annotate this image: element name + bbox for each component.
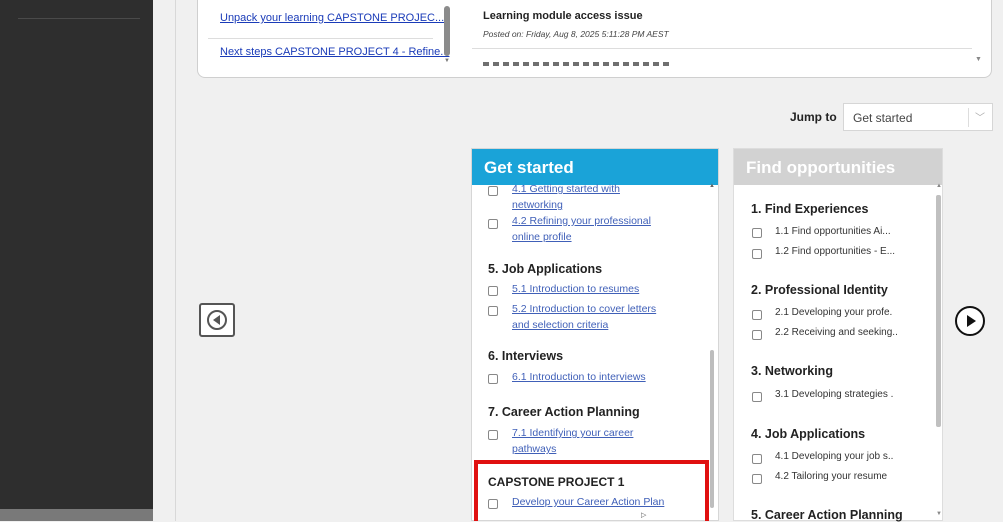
section-title-networking: 3. Networking (751, 364, 833, 378)
previous-button[interactable] (199, 303, 235, 337)
module-link-4-1-cont[interactable]: networking (512, 199, 563, 211)
module-item-1-2[interactable]: 1.2 Find opportunities - E... (775, 246, 895, 257)
link-divider (208, 38, 433, 39)
find-opportunities-header[interactable]: Find opportunities (734, 149, 942, 185)
module-item-4-2[interactable]: 4.2 Tailoring your resume (775, 471, 887, 482)
section-title-interviews: 6. Interviews (488, 349, 564, 363)
module-item-4-1[interactable]: 4.1 Developing your job s.. (775, 451, 893, 462)
jump-to-label: Jump to (790, 110, 837, 124)
checkbox[interactable] (488, 286, 498, 296)
checkbox[interactable] (488, 186, 498, 196)
scroll-down-icon[interactable]: ▼ (936, 511, 942, 517)
module-item-2-1[interactable]: 2.1 Developing your profe. (775, 307, 892, 318)
module-item-3-1[interactable]: 3.1 Developing strategies . (775, 389, 893, 400)
notice-title[interactable]: Learning module access issue (483, 10, 643, 22)
module-item-2-2[interactable]: 2.2 Receiving and seeking.. (775, 327, 898, 338)
section-title-job-applications: 4. Job Applications (751, 427, 866, 441)
checkbox[interactable] (752, 454, 762, 464)
scroll-down-icon[interactable]: ▼ (444, 58, 450, 64)
play-right-icon (967, 315, 976, 327)
next-button[interactable] (955, 306, 985, 336)
scroll-up-icon[interactable]: ▲ (936, 183, 942, 189)
module-link-5-2-cont[interactable]: and selection criteria (512, 319, 608, 331)
content-border (175, 0, 176, 521)
module-link-4-1[interactable]: 4.1 Getting started with (512, 183, 620, 195)
checkbox[interactable] (752, 249, 762, 259)
unpack-learning-link[interactable]: Unpack your learning CAPSTONE PROJEC... (220, 12, 444, 24)
section-title-job-applications: 5. Job Applications (488, 262, 603, 276)
module-link-7-1-cont[interactable]: pathways (512, 443, 556, 455)
checkbox[interactable] (488, 306, 498, 316)
jump-to-value: Get started (853, 111, 913, 125)
left-sidebar (0, 0, 350, 521)
checkbox[interactable] (488, 374, 498, 384)
checkbox[interactable] (752, 330, 762, 340)
notice-divider (472, 48, 972, 49)
module-link-6-1[interactable]: 6.1 Introduction to interviews (512, 371, 646, 383)
checkbox[interactable] (752, 392, 762, 402)
module-link-4-2-cont[interactable]: online profile (512, 231, 572, 243)
module-item-1-1[interactable]: 1.1 Find opportunities Ai... (775, 226, 891, 237)
checkbox[interactable] (752, 310, 762, 320)
capstone-highlight-box (474, 460, 709, 521)
section-title-professional-identity: 2. Professional Identity (751, 283, 888, 297)
get-started-header[interactable]: Get started (472, 149, 718, 185)
checkbox[interactable] (752, 474, 762, 484)
notice-date: Posted on: Friday, Aug 8, 2025 5:11:28 P… (483, 29, 669, 39)
section-title-career-action-planning: 5. Career Action Planning (751, 508, 903, 522)
next-steps-link[interactable]: Next steps CAPSTONE PROJECT 4 - Refine..… (220, 46, 449, 58)
module-link-7-1[interactable]: 7.1 Identifying your career (512, 427, 633, 439)
checkbox[interactable] (488, 430, 498, 440)
chevron-down-icon: ﹀ (975, 113, 985, 124)
module-link-5-2[interactable]: 5.2 Introduction to cover letters (512, 303, 656, 315)
arrow-left-icon (207, 310, 227, 330)
notice-truncated-text (483, 62, 673, 66)
checkbox[interactable] (752, 228, 762, 238)
section-title-find-experiences: 1. Find Experiences (751, 202, 869, 216)
sidebar-divider (18, 18, 140, 19)
module-link-5-1[interactable]: 5.1 Introduction to resumes (512, 283, 639, 295)
checkbox[interactable] (488, 219, 498, 229)
module-link-4-2[interactable]: 4.2 Refining your professional (512, 215, 651, 227)
links-scrollbar[interactable] (444, 6, 450, 56)
find-opportunities-scrollbar[interactable] (936, 195, 941, 427)
section-title-career-action-planning: 7. Career Action Planning (488, 405, 640, 419)
scroll-up-icon[interactable]: ▲ (709, 183, 715, 189)
jump-to-select[interactable]: Get started ﹀ (843, 103, 993, 131)
select-divider (968, 108, 969, 127)
get-started-scrollbar[interactable] (710, 350, 714, 508)
scroll-down-icon[interactable]: ▼ (975, 56, 982, 63)
mouse-cursor-icon: ▷ (641, 512, 647, 519)
